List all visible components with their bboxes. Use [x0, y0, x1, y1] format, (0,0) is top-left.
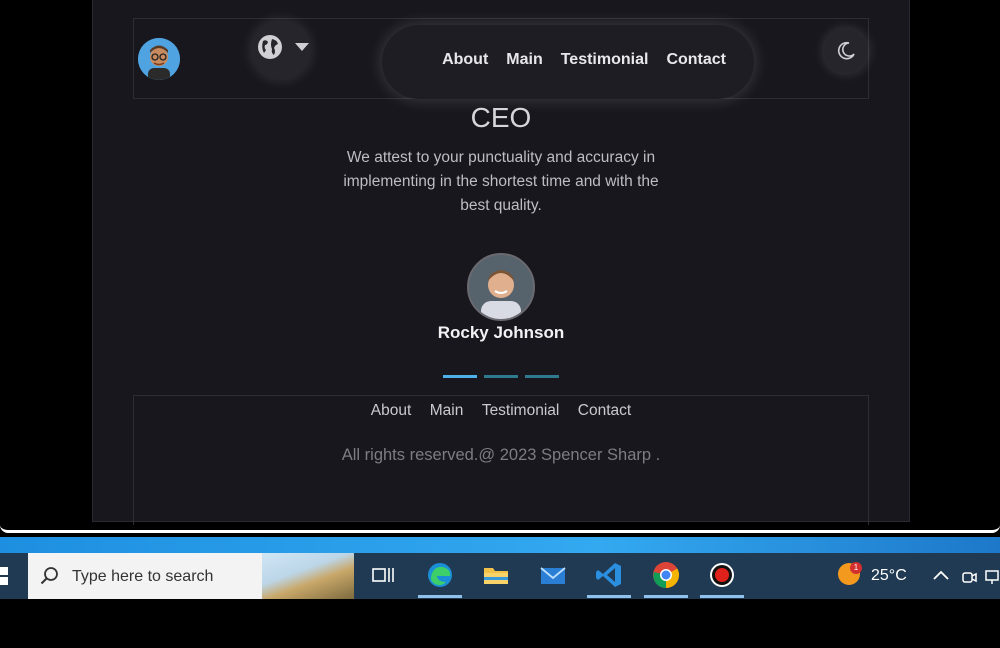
footer-about[interactable]: About: [371, 402, 412, 419]
nav-about[interactable]: About: [442, 51, 488, 69]
nav-testimonial[interactable]: Testimonial: [561, 51, 649, 69]
chrome-active-indicator: [644, 595, 688, 598]
search-placeholder: Type here to search: [72, 568, 214, 585]
testimonial-quote: We attest to your punctuality and accura…: [343, 149, 659, 214]
nav-bar: About Main Testimonial Contact: [382, 25, 754, 99]
temperature[interactable]: 25°C: [871, 567, 907, 585]
edge-browser-icon[interactable]: [425, 560, 455, 590]
meet-now-icon[interactable]: [960, 568, 978, 586]
chevron-up-icon[interactable]: [932, 568, 950, 582]
search-highlight-image: [262, 553, 354, 599]
globe-icon: [258, 35, 282, 59]
slider-dots: [443, 375, 559, 378]
slider-dot-2[interactable]: [484, 375, 518, 378]
testimonial-role: CEO: [470, 102, 532, 133]
browser-window: About Main Testimonial Contact CEO We at…: [0, 0, 1000, 533]
footer-testimonial[interactable]: Testimonial: [482, 402, 560, 419]
slider-dot-3[interactable]: [525, 375, 559, 378]
recorder-active-indicator: [700, 595, 744, 598]
footer-main[interactable]: Main: [430, 402, 464, 419]
site-header: About Main Testimonial Contact: [133, 18, 869, 99]
edge-active-indicator: [418, 595, 462, 598]
mail-icon[interactable]: [538, 560, 568, 590]
screen: About Main Testimonial Contact CEO We at…: [0, 0, 1000, 648]
chevron-down-icon[interactable]: [295, 43, 309, 51]
taskbar-search[interactable]: Type here to search: [28, 553, 354, 599]
site-footer: About Main Testimonial Contact All right…: [133, 395, 869, 525]
vscode-active-indicator: [587, 595, 631, 598]
avatar[interactable]: [138, 38, 180, 80]
nav-main[interactable]: Main: [506, 51, 542, 69]
footer-contact[interactable]: Contact: [578, 402, 631, 419]
person-photo-icon: [469, 255, 533, 319]
moon-icon: [838, 41, 855, 60]
vscode-icon[interactable]: [594, 560, 624, 590]
chrome-icon[interactable]: [651, 560, 681, 590]
testimonial-name: Rocky Johnson: [437, 323, 565, 342]
avatar-illustration-icon: [138, 38, 180, 80]
portfolio-page: About Main Testimonial Contact CEO We at…: [92, 0, 910, 525]
testimonial-photo: [467, 253, 535, 321]
taskbar-accent: [0, 537, 1000, 553]
copyright-text: All rights reserved.@ 2023 Spencer Sharp…: [341, 446, 661, 464]
screen-recorder-icon[interactable]: [707, 560, 737, 590]
windows-start-icon[interactable]: [0, 566, 14, 586]
file-explorer-icon[interactable]: [481, 560, 511, 590]
weather-notification-badge: 1: [850, 562, 862, 574]
theme-toggle-button[interactable]: [824, 29, 868, 73]
network-icon[interactable]: [984, 568, 1000, 586]
search-icon: [40, 567, 58, 585]
slider-dot-1[interactable]: [443, 375, 477, 378]
task-view-icon[interactable]: [368, 560, 398, 590]
nav-contact[interactable]: Contact: [666, 51, 726, 69]
